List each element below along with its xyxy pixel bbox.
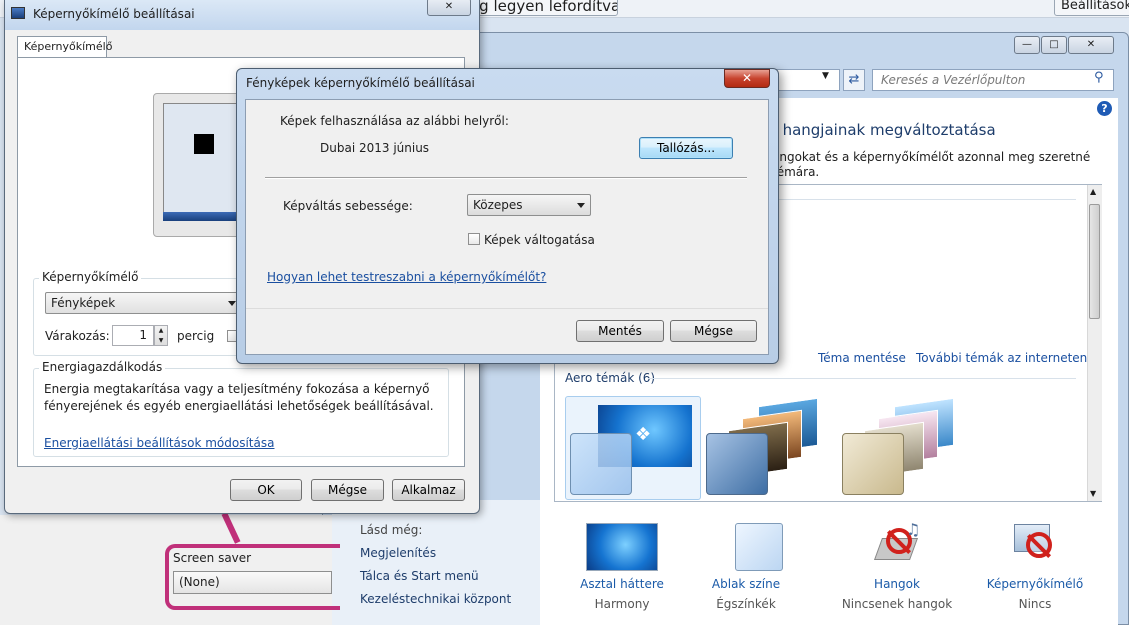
search-icon[interactable]: ⚲: [1094, 70, 1104, 85]
photo-cancel-button[interactable]: Mégse: [670, 320, 757, 342]
screen-saver-snippet-select[interactable]: (None): [173, 571, 332, 594]
desktop-background-value: Harmony: [594, 597, 650, 611]
window-color-value: Égszínkék: [716, 597, 776, 611]
maximize-button[interactable]: □: [1041, 36, 1067, 54]
screensaver-group-label: Képernyőkímélő: [39, 270, 142, 284]
see-also-ease-of-access[interactable]: Kezeléstechnikai központ: [360, 592, 511, 606]
background-tab-right[interactable]: Beállítások: [1054, 0, 1129, 16]
speed-label: Képváltás sebessége:: [283, 199, 413, 213]
screensaver-dialog-title: Képernyőkímélő beállításai: [33, 7, 195, 21]
shuffle-checkbox[interactable]: [468, 233, 480, 245]
see-also-display[interactable]: Megjelenítés: [360, 546, 436, 560]
footer-separator: [246, 308, 768, 309]
minimize-button[interactable]: —: [1014, 36, 1040, 54]
cancel-button[interactable]: Mégse: [311, 479, 384, 501]
ok-button[interactable]: OK: [230, 479, 302, 501]
aero-themes-label: Aero témák (6): [565, 371, 656, 385]
windows-logo-icon: ❖: [635, 424, 652, 445]
shuffle-label[interactable]: Képek váltogatása: [484, 233, 595, 247]
refresh-icon[interactable]: ⇄: [843, 69, 865, 91]
chevron-down-icon: [228, 301, 236, 306]
sounds-icon[interactable]: ♫: [872, 520, 920, 570]
desktop-background-icon[interactable]: [586, 523, 658, 571]
theme-characters-swatch: [842, 433, 904, 495]
apply-button[interactable]: Alkalmaz: [392, 479, 465, 501]
preview-black-square: [194, 134, 214, 154]
energy-settings-link[interactable]: Energiaellátási beállítások módosítása: [44, 436, 274, 450]
speed-select-value: Közepes: [473, 198, 523, 212]
wait-input[interactable]: 1: [112, 325, 154, 346]
photo-dialog-title: Fényképek képernyőkímélő beállításai: [246, 76, 475, 90]
search-input[interactable]: Keresés a Vezérlőpulton: [872, 69, 1114, 91]
window-color-icon[interactable]: [735, 523, 783, 571]
desktop-background-label[interactable]: Asztal háttere: [560, 577, 684, 591]
chevron-down-icon: [577, 203, 585, 208]
wait-label: Várakozás:: [45, 329, 110, 343]
window-color-label[interactable]: Ablak színe: [684, 577, 808, 591]
sounds-label[interactable]: Hangok: [835, 577, 959, 591]
close-button[interactable]: ✕: [1068, 36, 1114, 54]
folder-name: Dubai 2013 június: [320, 141, 430, 155]
speed-select[interactable]: Közepes: [467, 194, 591, 216]
scroll-thumb[interactable]: [1089, 204, 1100, 319]
screensaver-value: Nincs: [1018, 597, 1052, 611]
page-heading: s hangjainak megváltoztatása: [770, 121, 996, 139]
address-dropdown-icon[interactable]: ▼: [822, 71, 829, 81]
wait-stepper[interactable]: ▲ ▼: [154, 325, 168, 346]
page-desc-1: angokat és a képernyőkímélőt azonnal meg…: [772, 150, 1091, 164]
scroll-down-icon[interactable]: ▼: [1090, 489, 1096, 498]
browse-button[interactable]: Tallózás...: [639, 137, 733, 159]
screensaver-dialog-close[interactable]: ✕: [427, 0, 471, 16]
wait-unit: percig: [177, 329, 215, 343]
scroll-up-icon[interactable]: ▲: [1090, 187, 1096, 196]
save-button[interactable]: Mentés: [576, 320, 664, 342]
screensaver-select[interactable]: Fényképek: [45, 292, 242, 314]
energy-group-label: Energiagazdálkodás: [39, 360, 166, 374]
more-themes-link[interactable]: További témák az interneten: [916, 351, 1087, 365]
theme-architecture-swatch: [706, 433, 768, 495]
left-pane: [332, 500, 540, 625]
help-icon[interactable]: ?: [1097, 101, 1112, 116]
save-theme-link[interactable]: Téma mentése: [818, 351, 906, 365]
separator: [265, 177, 747, 179]
background-tab[interactable]: ig legyen lefordítva: [468, 0, 618, 16]
theme-color-swatch: [570, 433, 632, 495]
screensaver-label[interactable]: Képernyőkímélő: [972, 577, 1098, 591]
photo-dialog-close[interactable]: ✕: [724, 69, 770, 88]
tab-screensaver[interactable]: Képernyőkímélő: [17, 36, 112, 58]
page-desc-2: témára.: [772, 165, 820, 179]
screensaver-select-value: Fényképek: [51, 296, 116, 310]
screensaver-icon[interactable]: [1010, 522, 1058, 570]
sounds-value: Nincsenek hangok: [841, 597, 953, 611]
use-from-label: Képek felhasználása az alábbi helyről:: [280, 114, 509, 128]
energy-text-2: fényerejének és egyéb energiaellátási le…: [44, 399, 434, 413]
screensaver-app-icon: [11, 7, 25, 19]
energy-text-1: Energia megtakarítása vagy a teljesítmén…: [44, 382, 430, 396]
aero-divider: [648, 378, 1076, 379]
preview-taskbar: [163, 212, 239, 221]
help-link[interactable]: Hogyan lehet testreszabni a képernyőkímé…: [267, 270, 546, 284]
see-also-title: Lásd még:: [360, 523, 423, 537]
monitor-screen: [163, 103, 239, 221]
see-also-taskbar[interactable]: Tálca és Start menü: [360, 569, 479, 583]
screen-saver-snippet-label: Screen saver: [173, 551, 252, 565]
